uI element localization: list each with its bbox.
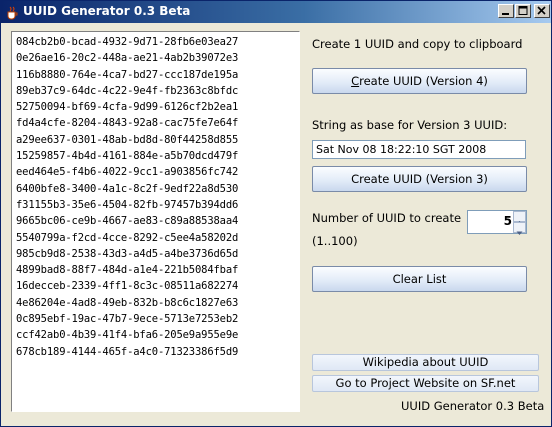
uuid-list[interactable]: 084cb2b0-bcad-4932-9d71-28fb6e03ea27 0e26… [11, 31, 300, 412]
count-label: Number of UUID to create [312, 211, 462, 225]
uuid-list-item[interactable]: f31155b3-35e6-4504-82fb-97457b394dd6 [16, 197, 238, 213]
title-bar[interactable]: UUID Generator 0.3 Beta [1, 1, 551, 23]
java-cup-icon [5, 5, 19, 20]
uuid-list-item[interactable]: 4899bad8-88f7-484d-a1e4-221b5084fbaf [16, 262, 238, 278]
create-v4-button-label: reate UUID (Version 4) [359, 74, 488, 88]
close-button[interactable] [534, 4, 550, 18]
uuid-list-item[interactable]: 6400bfe8-3400-4a1c-8c2f-9edf22a8d530 [16, 181, 238, 197]
spinner-up-button[interactable] [513, 211, 526, 225]
uuid-list-item[interactable]: a29ee637-0301-48ab-bd8d-80f44258d855 [16, 132, 238, 148]
uuid-count-value[interactable]: 5 [470, 214, 512, 228]
app-window: UUID Generator 0.3 Beta 084cb2b0-bcad-49… [0, 0, 552, 427]
uuid-list-item[interactable]: 52750094-bf69-4cfa-9d99-6126cf2b2ea1 [16, 99, 238, 115]
window-title: UUID Generator 0.3 Beta [23, 4, 191, 18]
v3-base-input[interactable]: Sat Nov 08 18:22:10 SGT 2008 [312, 140, 526, 159]
project-website-link-button[interactable]: Go to Project Website on SF.net [312, 375, 539, 392]
uuid-list-item[interactable]: eed464e5-f4b6-4022-9cc1-a903856fc742 [16, 164, 238, 180]
create-v3-button[interactable]: Create UUID (Version 3) [312, 166, 527, 192]
uuid-list-item[interactable]: 116b8880-764e-4ca7-bd27-ccc187de195a [16, 67, 238, 83]
uuid-list-item[interactable]: 15259857-4b4d-4161-884e-a5b70dcd479f [16, 148, 238, 164]
clear-list-button[interactable]: Clear List [312, 266, 527, 292]
copy-hint-label: Create 1 UUID and copy to clipboard [312, 37, 523, 51]
minimize-icon [502, 13, 509, 15]
uuid-list-item[interactable]: fd4a4cfe-8204-4843-92a8-cac75fe7e64f [16, 115, 238, 131]
maximize-icon [518, 6, 528, 15]
create-v4-button-mnemonic: C [351, 74, 360, 88]
close-icon [537, 6, 546, 15]
uuid-count-spinner[interactable]: 5 [467, 210, 527, 235]
uuid-list-item[interactable]: 084cb2b0-bcad-4932-9d71-28fb6e03ea27 [16, 34, 238, 50]
uuid-list-item[interactable]: 9665bc06-ce9b-4667-ae83-c89a88538aa4 [16, 213, 238, 229]
uuid-list-item[interactable]: 0c895ebf-19ac-47b7-9ece-5713e7253eb2 [16, 311, 238, 327]
create-v4-button[interactable]: Create UUID (Version 4) [312, 68, 527, 94]
wikipedia-link-button[interactable]: Wikipedia about UUID [312, 354, 539, 371]
count-range-label: (1..100) [312, 234, 358, 248]
uuid-list-rows: 084cb2b0-bcad-4932-9d71-28fb6e03ea27 0e26… [16, 34, 238, 360]
v3-base-label: String as base for Version 3 UUID: [312, 118, 508, 132]
uuid-list-item[interactable]: 4e86204e-4ad8-49eb-832b-b8c6c1827e63 [16, 295, 238, 311]
uuid-list-item[interactable]: 16decceb-2339-4ff1-8c3c-08511a682274 [16, 278, 238, 294]
spinner-down-button[interactable] [513, 222, 526, 235]
minimize-button[interactable] [498, 4, 514, 18]
arrow-down-icon [516, 231, 523, 235]
uuid-list-item[interactable]: ccf42ab0-4b39-41f4-bfa6-205e9a955e9e [16, 327, 238, 343]
uuid-list-item[interactable]: 678cb189-4144-465f-a4c0-71323386f5d9 [16, 344, 238, 360]
uuid-list-item[interactable]: 0e26ae16-20c2-448a-ae21-4ab2b39072e3 [16, 50, 238, 66]
uuid-list-item[interactable]: 985cb9d8-2538-43d3-a4d5-a4be3736d65d [16, 246, 238, 262]
uuid-list-item[interactable]: 5540799a-f2cd-4cce-8292-c5ee4a58202d [16, 230, 238, 246]
maximize-button[interactable] [515, 4, 531, 18]
footer-version-label: UUID Generator 0.3 Beta [401, 399, 545, 413]
uuid-list-item[interactable]: 89eb37c9-64dc-4c22-9e4f-fb2363c8bfdc [16, 83, 238, 99]
